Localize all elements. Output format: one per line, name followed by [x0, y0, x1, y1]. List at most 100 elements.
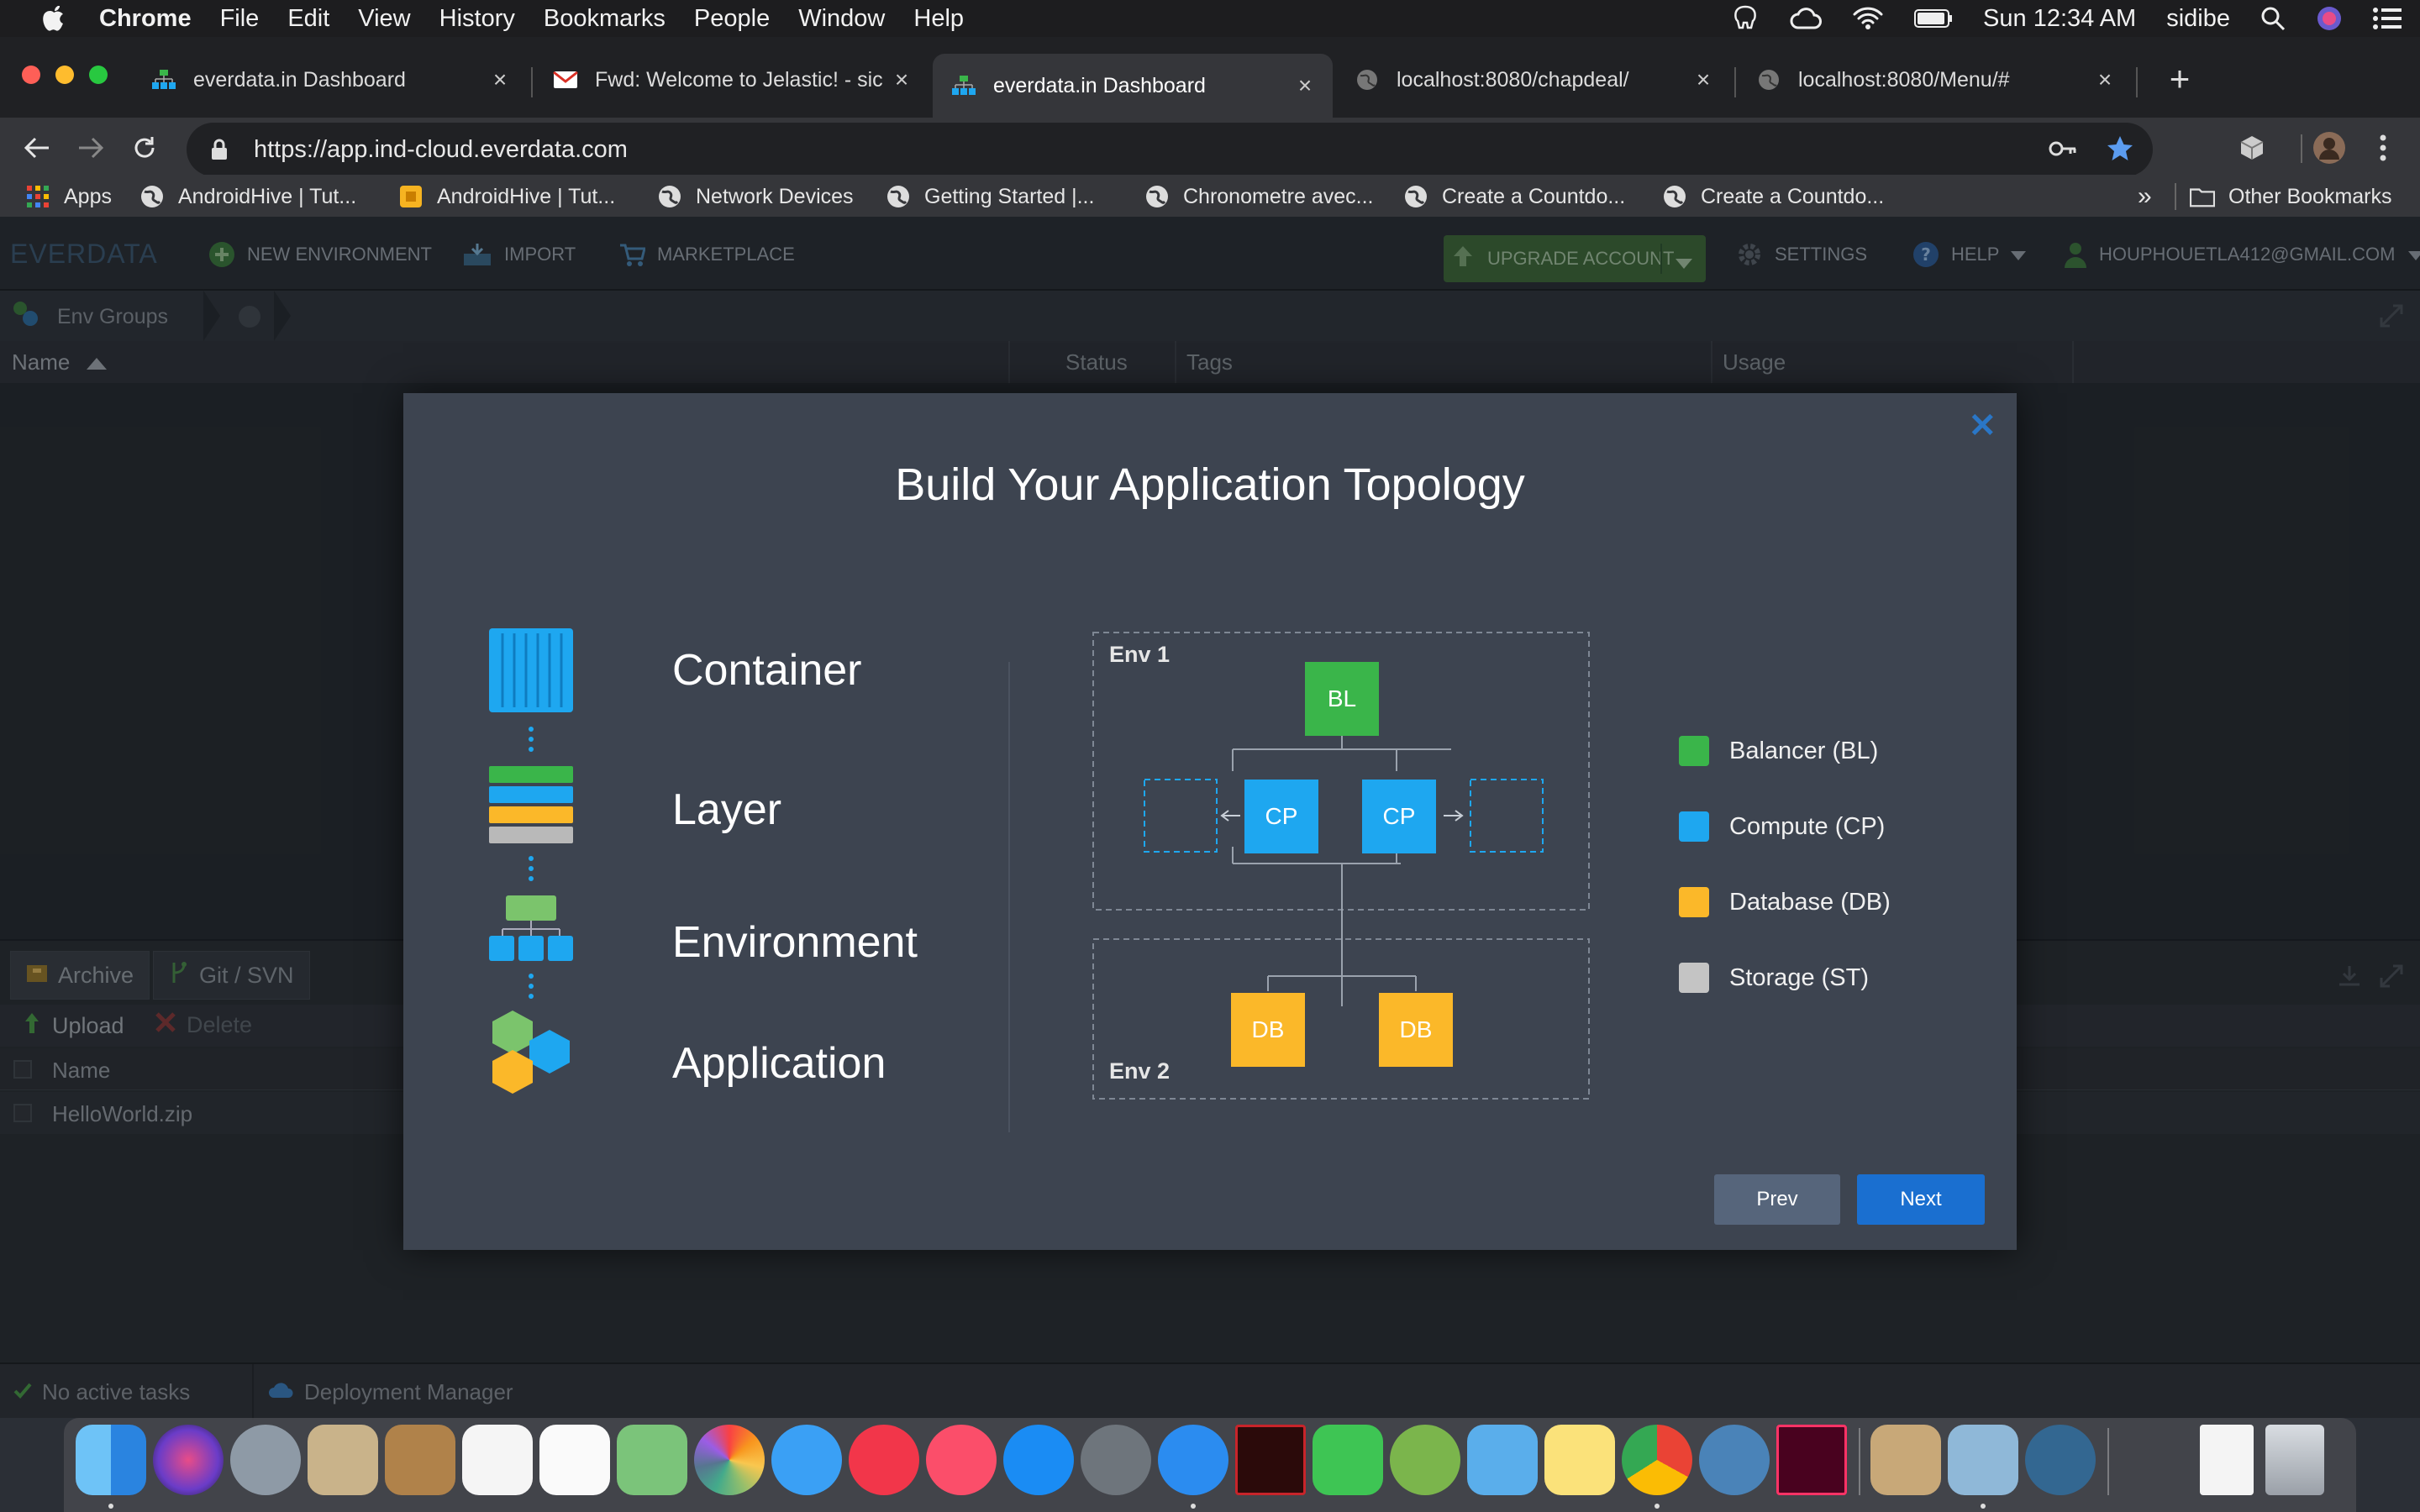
bookmark-item[interactable]: Create a Countdo...	[1662, 181, 1884, 212]
music-icon[interactable]	[926, 1425, 997, 1495]
launchpad-icon[interactable]	[230, 1425, 301, 1495]
facetime-icon[interactable]	[1313, 1425, 1383, 1495]
pgadmin-icon[interactable]	[2025, 1425, 2096, 1495]
address-url[interactable]: https://app.ind-cloud.everdata.com	[254, 136, 628, 164]
android-studio-icon[interactable]	[1390, 1425, 1460, 1495]
menu-help[interactable]: Help	[913, 5, 964, 33]
tab-close-icon[interactable]: ×	[887, 66, 916, 93]
menu-window[interactable]: Window	[798, 5, 885, 33]
menu-history[interactable]: History	[439, 5, 515, 33]
application-icon	[492, 1011, 570, 1094]
new-tab-button[interactable]: +	[2163, 59, 2196, 101]
bookmark-item[interactable]: Chronometre avec...	[1144, 181, 1374, 212]
menubar-clock[interactable]: Sun 12:34 AM	[1983, 5, 2136, 33]
key-icon[interactable]	[2049, 136, 2077, 165]
menubar-user[interactable]: sidibe	[2166, 5, 2230, 33]
trash-icon[interactable]	[2265, 1425, 2324, 1495]
forward-button[interactable]	[66, 123, 116, 173]
lock-icon[interactable]	[205, 139, 234, 160]
profile-avatar[interactable]	[2304, 123, 2354, 173]
bookmark-item[interactable]: AndroidHive | Tut...	[139, 181, 356, 212]
elephant-status-icon[interactable]	[1731, 4, 1760, 33]
contacts-icon[interactable]	[385, 1425, 455, 1495]
menu-bookmarks[interactable]: Bookmarks	[544, 5, 666, 33]
extension-cube-icon[interactable]	[2227, 123, 2277, 173]
close-icon[interactable]: ✕	[1968, 407, 1996, 445]
virtualbox-icon[interactable]	[1948, 1425, 2018, 1495]
maps-icon[interactable]	[617, 1425, 687, 1495]
running-indicator	[1981, 1504, 1986, 1509]
wifi-icon[interactable]	[1852, 6, 1884, 31]
globe-favicon	[1756, 67, 1781, 92]
mail-icon[interactable]	[308, 1425, 378, 1495]
chrome-menu-icon[interactable]	[2358, 123, 2408, 173]
indesign-icon[interactable]	[1776, 1425, 1847, 1495]
messages-icon[interactable]	[771, 1425, 842, 1495]
photos-icon[interactable]	[694, 1425, 765, 1495]
browser-tab[interactable]: localhost:8080/chapdeal/ ×	[1336, 54, 1731, 106]
back-button[interactable]	[12, 123, 62, 173]
address-bar[interactable]: https://app.ind-cloud.everdata.com	[187, 123, 2153, 176]
bookmark-item[interactable]: Create a Countdo...	[1403, 181, 1625, 212]
other-bookmarks[interactable]: Other Bookmarks	[2190, 181, 2392, 212]
creative-cloud-icon[interactable]	[1790, 6, 1822, 31]
globe-icon	[139, 184, 165, 209]
everdata-favicon	[951, 73, 976, 98]
siri-icon[interactable]	[153, 1425, 224, 1495]
battery-icon[interactable]	[1914, 8, 1953, 29]
prev-button[interactable]: Prev	[1714, 1174, 1840, 1225]
app-store-icon[interactable]	[1003, 1425, 1074, 1495]
apple-menu-icon[interactable]	[32, 0, 74, 37]
tab-close-icon[interactable]: ×	[1291, 72, 1319, 99]
finder-icon[interactable]	[76, 1425, 146, 1495]
folder-icon	[2190, 184, 2215, 209]
bookmark-item[interactable]: AndroidHive | Tut...	[398, 181, 615, 212]
calendar-icon[interactable]	[462, 1425, 533, 1495]
balancer-node: BL	[1305, 662, 1379, 736]
calculator-icon[interactable]	[1870, 1425, 1941, 1495]
tab-divider	[2136, 67, 2138, 97]
menu-view[interactable]: View	[358, 5, 410, 33]
globe-favicon	[1355, 67, 1380, 92]
spotlight-search-icon[interactable]	[2260, 6, 2286, 31]
menu-people[interactable]: People	[694, 5, 770, 33]
folder-icon[interactable]	[1467, 1425, 1538, 1495]
tab-close-icon[interactable]: ×	[1689, 66, 1718, 93]
menu-edit[interactable]: Edit	[287, 5, 329, 33]
tab-close-icon[interactable]: ×	[486, 66, 514, 93]
bookmark-item[interactable]: Network Devices	[657, 181, 854, 212]
menu-file[interactable]: File	[220, 5, 260, 33]
postgres-app-icon[interactable]	[1699, 1425, 1770, 1495]
acrobat-icon[interactable]	[1235, 1425, 1306, 1495]
browser-tab-active[interactable]: everdata.in Dashboard ×	[933, 54, 1333, 118]
notes-icon[interactable]	[1544, 1425, 1615, 1495]
legend-swatch	[1679, 887, 1709, 917]
concept-layer: Layer	[672, 785, 782, 834]
browser-tab[interactable]: localhost:8080/Menu/# ×	[1738, 54, 2133, 106]
bookmark-label: Apps	[64, 184, 112, 208]
news-icon[interactable]	[849, 1425, 919, 1495]
safari-icon[interactable]	[1158, 1425, 1228, 1495]
bookmark-star-icon[interactable]	[2106, 134, 2134, 167]
legend-label: Database (DB)	[1729, 888, 1891, 916]
browser-tab[interactable]: everdata.in Dashboard ×	[133, 54, 528, 106]
chrome-icon[interactable]	[1622, 1425, 1692, 1495]
siri-icon[interactable]	[2316, 5, 2343, 32]
system-preferences-icon[interactable]	[1081, 1425, 1151, 1495]
tab-close-icon[interactable]: ×	[2091, 66, 2119, 93]
window-zoom-button[interactable]	[89, 66, 108, 84]
pdf-document-icon[interactable]	[2200, 1425, 2254, 1495]
next-button[interactable]: Next	[1857, 1174, 1985, 1225]
bookmark-apps[interactable]: Apps	[25, 181, 112, 212]
reminders-icon[interactable]	[539, 1425, 610, 1495]
compute-node: CP	[1244, 780, 1318, 853]
window-minimize-button[interactable]	[55, 66, 74, 84]
bookmarks-overflow-button[interactable]: »	[2138, 181, 2152, 212]
browser-tab[interactable]: Fwd: Welcome to Jelastic! - sic ×	[534, 54, 929, 106]
reload-button[interactable]	[119, 123, 170, 173]
menu-app-name[interactable]: Chrome	[99, 5, 192, 33]
bookmark-item[interactable]: Getting Started |...	[886, 181, 1094, 212]
notification-center-icon[interactable]	[2373, 7, 2402, 30]
window-close-button[interactable]	[22, 66, 40, 84]
macos-menubar: Chrome File Edit View History Bookmarks …	[0, 0, 2420, 37]
